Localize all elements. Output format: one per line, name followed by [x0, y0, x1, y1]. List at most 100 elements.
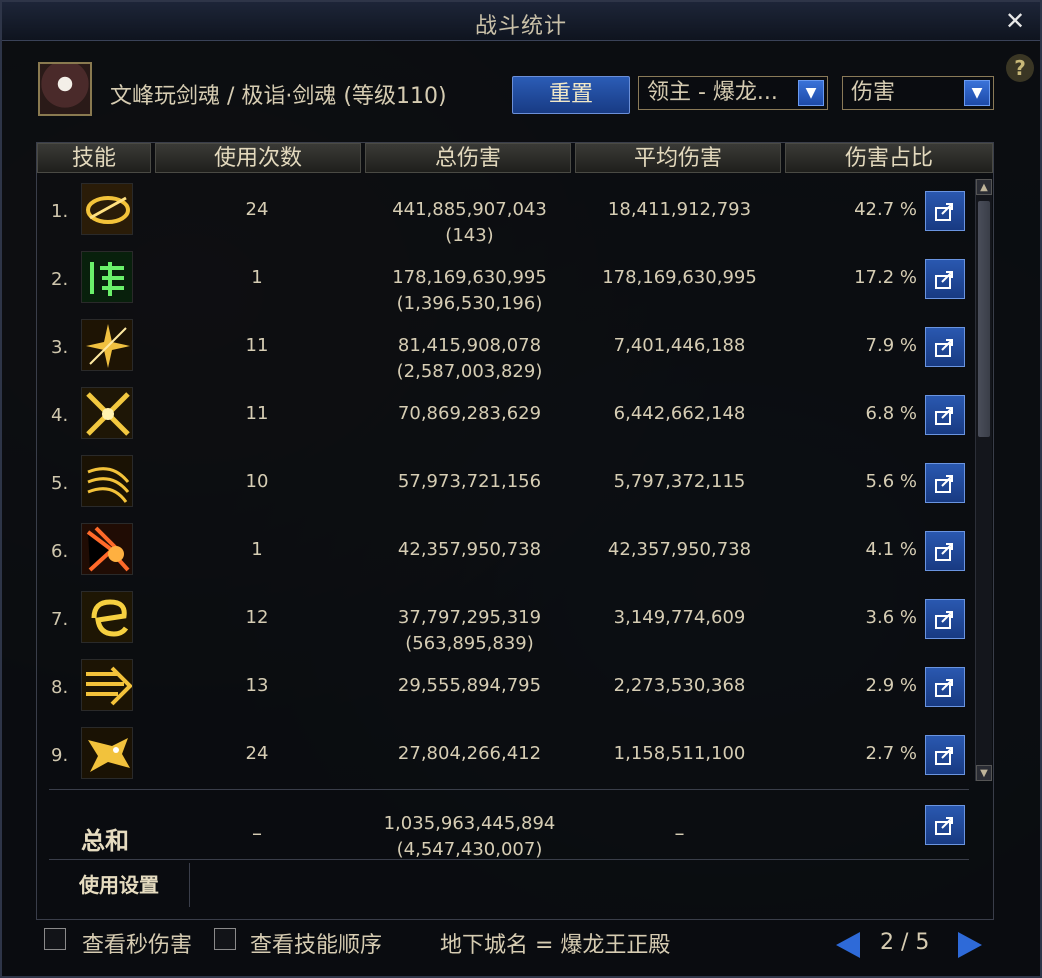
share-button[interactable] — [925, 599, 965, 639]
row-index: 5. — [51, 473, 69, 494]
green-sword-art-icon[interactable] — [81, 251, 133, 303]
skill-order-label[interactable]: 查看技能顺序 — [250, 927, 382, 959]
table-row: 2. 1 178,169,630,995 (1,396,530,196) 178,… — [37, 247, 973, 315]
share-icon — [935, 271, 953, 289]
header-uses[interactable]: 使用次数 — [155, 143, 361, 173]
total-label: 总和 — [81, 827, 129, 855]
row-avg-damage: 5,797,372,115 — [613, 471, 746, 492]
row-damage-share: 6.8 % — [865, 403, 917, 424]
share-icon — [935, 203, 953, 221]
fire-burst-icon[interactable] — [81, 523, 133, 575]
row-uses: 10 — [245, 471, 269, 492]
boss-select-value: 领主 - 爆龙... — [647, 80, 778, 105]
row-total-damage: 27,804,266,412 — [397, 743, 542, 764]
row-index: 6. — [51, 541, 69, 562]
share-button[interactable] — [925, 463, 965, 503]
battle-stats-window: 战斗统计 ✕ ? 文峰玩剑魂 / 极诣·剑魂 (等级110) 重置 领主 - 爆… — [0, 0, 1042, 978]
row-total-damage: 42,357,950,738 — [397, 539, 542, 560]
chevron-down-icon[interactable]: ▼ — [976, 765, 992, 781]
row-index: 2. — [51, 269, 69, 290]
skill-rows: 1. 24 441,885,907,043 (143) 18,411,912,79… — [37, 179, 973, 779]
golden-slash-ring-icon[interactable] — [81, 183, 133, 235]
title-bar[interactable]: 战斗统计 ✕ — [2, 2, 1040, 41]
table-row: 6. 1 42,357,950,738 42,357,950,738 4.1 % — [37, 519, 973, 587]
share-button[interactable] — [925, 667, 965, 707]
share-button[interactable] — [925, 259, 965, 299]
dash-strike-icon[interactable] — [81, 659, 133, 711]
share-button[interactable] — [925, 327, 965, 367]
share-icon — [935, 407, 953, 425]
wind-slash-icon[interactable] — [81, 455, 133, 507]
row-total-damage: 57,973,721,156 — [397, 471, 542, 492]
dungeon-name: 地下城名 = 爆龙王正殿 — [440, 933, 671, 958]
row-avg-damage: 178,169,630,995 — [602, 267, 757, 288]
table-row: 3. 11 81,415,908,078 (2,587,003,829) 7,40… — [37, 315, 973, 383]
share-button[interactable] — [925, 191, 965, 231]
next-page-icon[interactable] — [958, 932, 982, 958]
share-button[interactable] — [925, 395, 965, 435]
row-damage-share: 3.6 % — [865, 607, 917, 628]
golden-swirl-icon[interactable] — [81, 591, 133, 643]
share-icon — [935, 611, 953, 629]
boss-select[interactable]: 领主 - 爆龙... ▼ — [638, 76, 828, 110]
row-total-damage: 29,555,894,795 — [397, 675, 542, 696]
dragon-head-icon[interactable] — [81, 727, 133, 779]
row-avg-damage: 3,149,774,609 — [613, 607, 746, 628]
table-row: 9. 24 27,804,266,412 1,158,511,100 2.7 % — [37, 723, 973, 791]
close-icon[interactable]: ✕ — [1002, 8, 1028, 34]
row-uses: 12 — [245, 607, 269, 628]
stat-type-select[interactable]: 伤害 ▼ — [842, 76, 994, 110]
row-damage-share: 17.2 % — [854, 267, 917, 288]
share-button[interactable] — [925, 531, 965, 571]
help-icon[interactable]: ? — [1006, 54, 1034, 82]
window-title: 战斗统计 — [474, 14, 567, 39]
character-info: 文峰玩剑魂 / 极诣·剑魂 (等级110) — [110, 84, 447, 109]
header-avg-damage[interactable]: 平均伤害 — [575, 143, 781, 173]
chevron-up-icon[interactable]: ▲ — [976, 179, 992, 195]
row-total-damage: 441,885,907,043 (143) — [392, 199, 547, 246]
per-second-damage-checkbox[interactable] — [44, 928, 66, 950]
share-icon — [935, 817, 953, 835]
skill-damage-table: 技能 使用次数 总伤害 平均伤害 伤害占比 1. 24 441,885,907,… — [36, 142, 994, 920]
total-uses: – — [252, 821, 262, 845]
stat-type-select-value: 伤害 — [851, 80, 896, 105]
spark-burst-icon[interactable] — [81, 319, 133, 371]
row-avg-damage: 6,442,662,148 — [613, 403, 746, 424]
divider — [49, 859, 969, 860]
table-row: 1. 24 441,885,907,043 (143) 18,411,912,79… — [37, 179, 973, 247]
row-damage-share: 2.7 % — [865, 743, 917, 764]
share-total-button[interactable] — [925, 805, 965, 845]
header-damage-share[interactable]: 伤害占比 — [785, 143, 993, 173]
reset-button[interactable]: 重置 — [512, 76, 630, 114]
scrollbar[interactable]: ▲ ▼ — [975, 179, 992, 781]
row-total-damage: 70,869,283,629 — [397, 403, 542, 424]
row-uses: 11 — [245, 335, 269, 356]
share-icon — [935, 679, 953, 697]
header-total-damage[interactable]: 总伤害 — [365, 143, 571, 173]
row-index: 4. — [51, 405, 69, 426]
row-uses: 1 — [251, 539, 263, 560]
table-header: 技能 使用次数 总伤害 平均伤害 伤害占比 — [37, 143, 993, 175]
row-index: 8. — [51, 677, 69, 698]
per-second-damage-label[interactable]: 查看秒伤害 — [82, 927, 192, 959]
prev-page-icon[interactable] — [836, 932, 860, 958]
header-skill[interactable]: 技能 — [37, 143, 151, 173]
row-uses: 24 — [245, 743, 269, 764]
row-damage-share: 5.6 % — [865, 471, 917, 492]
row-index: 7. — [51, 609, 69, 630]
scroll-thumb[interactable] — [978, 201, 990, 437]
chevron-down-icon[interactable]: ▼ — [964, 80, 990, 106]
crossed-blade-icon[interactable] — [81, 387, 133, 439]
chevron-down-icon[interactable]: ▼ — [798, 80, 824, 106]
table-row: 4. 11 70,869,283,629 6,442,662,148 6.8 % — [37, 383, 973, 451]
row-avg-damage: 42,357,950,738 — [607, 539, 752, 560]
row-index: 3. — [51, 337, 69, 358]
share-button[interactable] — [925, 735, 965, 775]
table-row: 7. 12 37,797,295,319 (563,895,839) 3,149,… — [37, 587, 973, 655]
row-total-damage: 178,169,630,995 (1,396,530,196) — [392, 267, 547, 314]
row-index: 9. — [51, 745, 69, 766]
usage-settings-button[interactable]: 使用设置 — [49, 863, 190, 907]
skill-order-checkbox[interactable] — [214, 928, 236, 950]
table-row: 5. 10 57,973,721,156 5,797,372,115 5.6 % — [37, 451, 973, 519]
share-icon — [935, 543, 953, 561]
